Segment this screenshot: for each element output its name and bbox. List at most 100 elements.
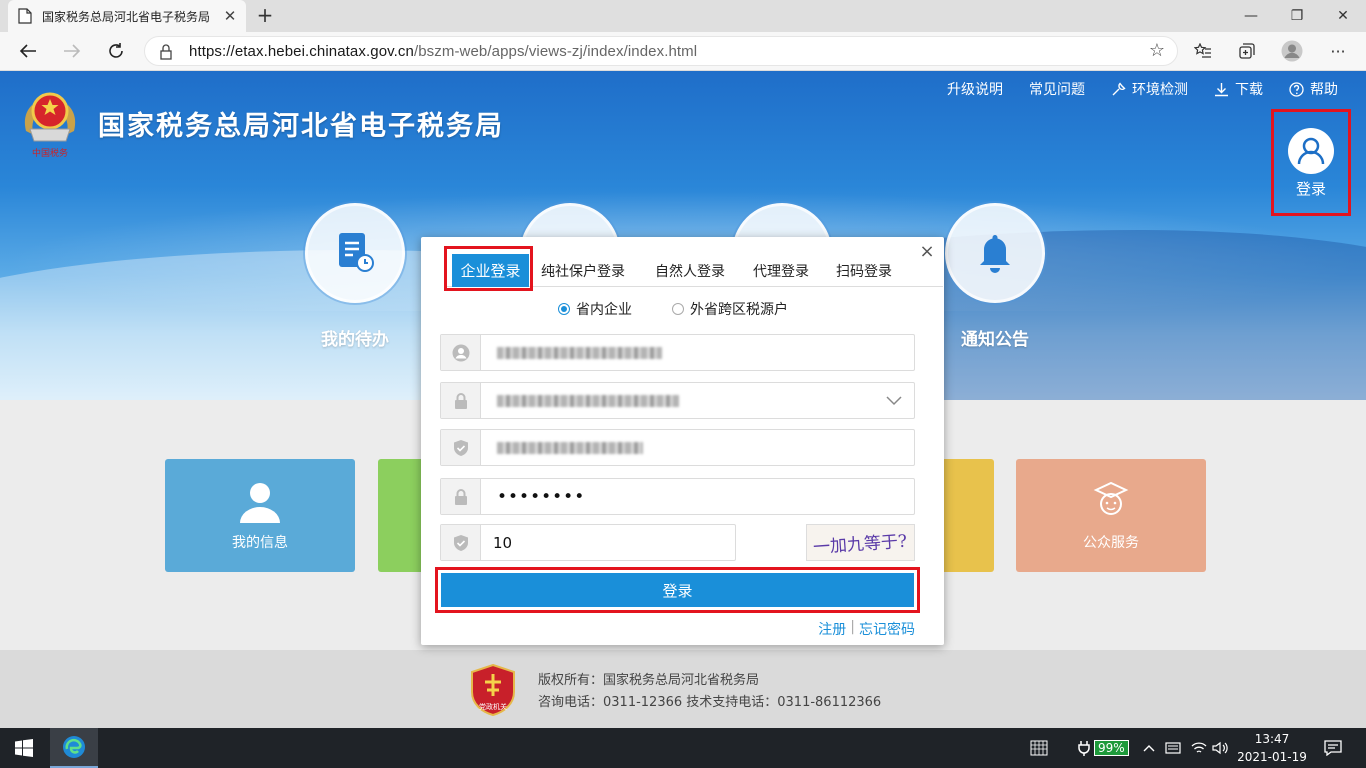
password-field[interactable]: •••••••• bbox=[440, 478, 915, 515]
user-icon bbox=[240, 482, 280, 523]
new-tab-button[interactable]: + bbox=[254, 4, 276, 26]
link-separator: | bbox=[850, 619, 855, 635]
nav-label: 升级说明 bbox=[947, 82, 1003, 98]
tab-enterprise-login[interactable]: 企业登录 bbox=[444, 246, 533, 291]
site-title: 国家税务总局河北省电子税务局 bbox=[98, 111, 504, 142]
chevron-up-icon[interactable] bbox=[1143, 728, 1155, 768]
nav-label: 环境检测 bbox=[1132, 82, 1188, 98]
nav-upgrade-notes[interactable]: 升级说明 bbox=[947, 79, 1003, 99]
account-select-field[interactable] bbox=[440, 382, 915, 419]
forward-arrow-icon bbox=[64, 44, 81, 58]
header-login-button[interactable]: 登录 bbox=[1271, 109, 1351, 216]
chevron-down-icon[interactable] bbox=[874, 383, 914, 418]
service-person-icon bbox=[1093, 481, 1129, 515]
browser-titlebar: 国家税务总局河北省电子税务局 ✕ + — ❐ ✕ bbox=[0, 0, 1366, 32]
card-label: 我的信息 bbox=[232, 534, 288, 551]
register-link[interactable]: 注册 bbox=[818, 619, 846, 639]
username-field[interactable] bbox=[440, 429, 915, 466]
lock-field-icon bbox=[441, 479, 481, 514]
contact-text: 咨询电话：0311-12366 技术支持电话：0311-86112366 bbox=[538, 695, 882, 710]
taskbar-edge-button[interactable] bbox=[50, 728, 98, 768]
radio-out-of-province[interactable]: 外省跨区税源户 bbox=[672, 299, 788, 319]
card-my-info[interactable]: 我的信息 bbox=[165, 459, 355, 572]
page-footer: 党政机关 版权所有：国家税务总局河北省税务局 咨询电话：0311-12366 技… bbox=[0, 650, 1366, 728]
tab-agent-login[interactable]: 代理登录 bbox=[753, 261, 809, 281]
device-icon[interactable] bbox=[1165, 728, 1181, 768]
nav-env-check[interactable]: 环境检测 bbox=[1111, 79, 1188, 99]
battery-indicator[interactable]: 99% bbox=[1094, 728, 1129, 768]
username-value-blurred bbox=[481, 430, 914, 465]
tax-emblem-logo: 中国税务 bbox=[20, 85, 80, 159]
back-arrow-icon bbox=[19, 44, 36, 58]
shield-field-icon bbox=[441, 430, 481, 465]
forgot-password-link[interactable]: 忘记密码 bbox=[859, 619, 915, 639]
func-label: 我的待办 bbox=[321, 330, 389, 350]
nav-label: 常见问题 bbox=[1029, 82, 1085, 98]
power-plug-icon[interactable] bbox=[1077, 728, 1091, 768]
notification-center-icon[interactable] bbox=[1324, 728, 1342, 768]
windows-taskbar: 99% 13:47 2021-01-19 bbox=[0, 728, 1366, 768]
clock-date: 2021-01-19 bbox=[1237, 750, 1307, 764]
func-label: 通知公告 bbox=[961, 330, 1029, 350]
tab-qr-login[interactable]: 扫码登录 bbox=[836, 261, 892, 281]
wrench-icon bbox=[1112, 81, 1126, 95]
login-submit-button[interactable]: 登录 bbox=[441, 573, 914, 607]
todo-doc-icon bbox=[305, 203, 405, 303]
page-icon bbox=[18, 8, 32, 24]
captcha-image-text: 一加九等于? bbox=[812, 532, 907, 559]
tab-close-icon[interactable]: ✕ bbox=[220, 7, 240, 25]
battery-percent: 99% bbox=[1094, 740, 1129, 756]
page-body: 中国税务 国家税务总局河北省电子税务局 升级说明 常见问题 环境检测 下载 帮助 bbox=[0, 71, 1366, 728]
radio-label: 省内企业 bbox=[576, 302, 632, 318]
func-notices[interactable]: 通知公告 bbox=[945, 203, 1045, 350]
nav-help[interactable]: 帮助 bbox=[1289, 79, 1338, 99]
nav-download[interactable]: 下载 bbox=[1214, 79, 1263, 99]
refresh-icon bbox=[109, 43, 123, 58]
party-gov-badge[interactable]: 党政机关 bbox=[470, 663, 516, 717]
radio-unchecked-icon bbox=[672, 303, 684, 315]
minimize-button[interactable]: — bbox=[1228, 0, 1274, 32]
more-menu-icon[interactable]: ··· bbox=[1323, 36, 1353, 66]
tab-natural-person-login[interactable]: 自然人登录 bbox=[655, 261, 725, 281]
func-my-todo[interactable]: 我的待办 bbox=[305, 203, 405, 350]
clock-time: 13:47 bbox=[1254, 732, 1290, 746]
taxpayer-id-field[interactable] bbox=[440, 334, 915, 371]
favorite-star-icon[interactable]: ☆ bbox=[1149, 40, 1165, 61]
nav-label: 下载 bbox=[1235, 82, 1263, 98]
profile-avatar-icon[interactable] bbox=[1277, 36, 1307, 66]
user-field-icon bbox=[441, 335, 481, 370]
address-bar[interactable]: https://etax.hebei.chinatax.gov.cn/bszm-… bbox=[144, 36, 1178, 66]
bell-icon bbox=[945, 203, 1045, 303]
wifi-icon[interactable] bbox=[1191, 728, 1207, 768]
volume-icon[interactable] bbox=[1212, 728, 1228, 768]
favorites-icon[interactable] bbox=[1188, 36, 1218, 66]
url-path: /bszm-web/apps/views-zj/index/index.html bbox=[413, 43, 698, 60]
card-public-service[interactable]: 公众服务 bbox=[1016, 459, 1206, 572]
copyright-text: 版权所有：国家税务总局河北省税务局 bbox=[538, 673, 760, 688]
start-button[interactable] bbox=[0, 728, 48, 768]
radio-checked-icon bbox=[558, 303, 570, 315]
taskbar-clock[interactable]: 13:47 2021-01-19 bbox=[1232, 730, 1312, 766]
radio-in-province[interactable]: 省内企业 bbox=[558, 299, 632, 319]
lock-field-icon bbox=[441, 383, 481, 418]
captcha-image[interactable]: 一加九等于? bbox=[806, 524, 915, 561]
captcha-field[interactable]: 10 bbox=[440, 524, 736, 561]
forward-button[interactable] bbox=[57, 36, 87, 66]
browser-tab[interactable]: 国家税务总局河北省电子税务局 ✕ bbox=[8, 0, 246, 32]
emblem-caption: 中国税务 bbox=[32, 147, 68, 159]
ime-icon[interactable] bbox=[1030, 728, 1048, 768]
collections-icon[interactable] bbox=[1232, 36, 1262, 66]
submit-highlight: 登录 bbox=[435, 567, 920, 613]
back-button[interactable] bbox=[13, 36, 43, 66]
login-tabs: 企业登录 纯社保户登录 自然人登录 代理登录 扫码登录 bbox=[444, 246, 943, 291]
header-login-label: 登录 bbox=[1295, 180, 1326, 198]
close-window-button[interactable]: ✕ bbox=[1320, 0, 1366, 32]
refresh-button[interactable] bbox=[101, 36, 131, 66]
top-navigation: 升级说明 常见问题 环境检测 下载 帮助 bbox=[947, 79, 1338, 99]
download-icon bbox=[1215, 82, 1228, 96]
taxpayer-id-value-blurred bbox=[481, 335, 914, 370]
nav-label: 帮助 bbox=[1310, 82, 1338, 98]
nav-faq[interactable]: 常见问题 bbox=[1029, 79, 1085, 99]
restore-button[interactable]: ❐ bbox=[1274, 0, 1320, 32]
tab-social-security-login[interactable]: 纯社保户登录 bbox=[541, 261, 625, 281]
